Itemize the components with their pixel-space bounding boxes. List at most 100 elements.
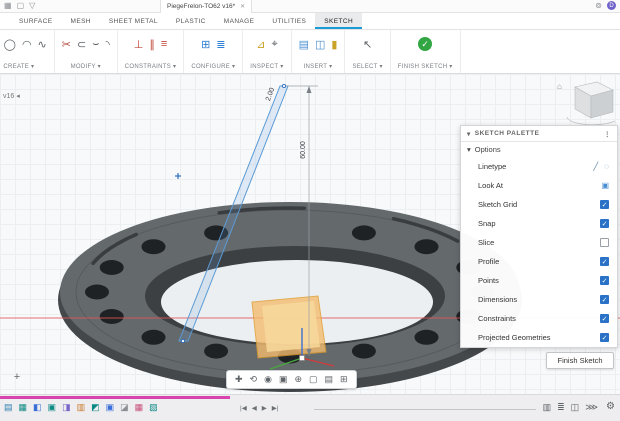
menu-tab-utilities[interactable]: UTILITIES — [263, 13, 315, 29]
toolbar-label-configure[interactable]: CONFIGURE ▾ — [191, 63, 235, 70]
ring-flange-model[interactable] — [58, 202, 522, 392]
configuration-icon[interactable]: ⊞ — [201, 38, 210, 51]
arc-icon[interactable]: ◠ — [22, 38, 32, 51]
select-cursor-icon[interactable]: ↖ — [363, 38, 372, 51]
finish-sketch-button[interactable]: Finish Sketch — [546, 352, 614, 369]
measure-icon[interactable]: ⊿ — [256, 38, 265, 51]
timeline-hole-icon[interactable]: ▥ — [77, 402, 86, 413]
dimensions-checkbox[interactable]: ✓ — [600, 295, 609, 304]
parallel-constraint-icon[interactable]: ∥ — [149, 38, 155, 51]
timeline-combine-icon[interactable]: ▦ — [135, 402, 144, 413]
timeline-feature-icon[interactable]: ▣ — [48, 402, 57, 413]
close-tab-icon[interactable]: ✕ — [240, 3, 245, 10]
sketch-point[interactable] — [175, 173, 181, 179]
viewcube-home-icon[interactable]: ⌂ — [557, 82, 562, 91]
look-at-icon[interactable]: ◉ — [264, 374, 272, 385]
linetype-construction-icon[interactable]: ◌ — [604, 162, 609, 171]
display-settings-icon[interactable]: ▤ — [325, 374, 334, 385]
linetype-normal-icon[interactable]: ╱ — [593, 162, 598, 171]
menu-tab-sketch[interactable]: SKETCH — [315, 13, 362, 29]
orbit-icon[interactable]: ⟲ — [250, 374, 258, 385]
constraints-checkbox[interactable]: ✓ — [600, 314, 609, 323]
insert-mesh-icon[interactable]: ◫ — [315, 38, 325, 51]
insert-image-icon[interactable]: ▤ — [299, 38, 309, 51]
document-tab[interactable]: PiegeFrelon-TO62 v16* ✕ — [160, 0, 252, 13]
account-avatar[interactable]: D — [607, 1, 616, 10]
titlebar-right-icons: ⊚ D — [595, 1, 616, 10]
timeline-mirror-icon[interactable]: ◪ — [120, 402, 129, 413]
palette-collapse-icon[interactable]: ▾ — [467, 130, 471, 138]
circle-icon[interactable]: ◯ — [4, 38, 16, 51]
timeline-shell-icon[interactable]: ▣ — [106, 402, 115, 413]
timeline-pattern-icon[interactable]: ◨ — [62, 402, 71, 413]
timeline-scrubber-track[interactable] — [314, 409, 536, 410]
timeline-extrude-icon[interactable]: ◧ — [33, 402, 42, 413]
app-grid-icon[interactable]: ▦ — [4, 1, 12, 10]
toolbar-label-select[interactable]: SELECT ▾ — [352, 63, 382, 70]
snap-checkbox[interactable]: ✓ — [600, 219, 609, 228]
menu-tab-surface[interactable]: SURFACE — [10, 13, 62, 29]
timeline-sketch-icon[interactable]: ▦ — [19, 402, 28, 413]
toolbar-label-create[interactable]: CREATE ▾ — [3, 63, 34, 70]
profile-checkbox[interactable]: ✓ — [600, 257, 609, 266]
sketch-palette-header[interactable]: ▾ SKETCH PALETTE ⋮ — [461, 126, 617, 142]
menu-tab-manage[interactable]: MANAGE — [215, 13, 264, 29]
add-tab-button[interactable]: + — [10, 370, 24, 384]
options-collapse-icon[interactable]: ▾ — [467, 145, 471, 154]
section-analysis-icon[interactable]: ⌖ — [271, 38, 277, 51]
timeline-list-icon[interactable]: ≣ — [557, 402, 565, 413]
equal-constraint-icon[interactable]: ≡ — [161, 38, 167, 50]
toolbar-label-insert[interactable]: INSERT ▾ — [304, 63, 333, 70]
perpendicular-constraint-icon[interactable]: ⊥ — [134, 38, 144, 51]
timeline-home-icon[interactable]: ▤ — [4, 402, 13, 413]
palette-options-section[interactable]: ▾ Options — [461, 142, 617, 157]
fillet-icon[interactable]: ◝ — [105, 38, 109, 51]
timeline-fillet-icon[interactable]: ◩ — [91, 402, 100, 413]
sketch-grid-checkbox[interactable]: ✓ — [600, 200, 609, 209]
go-to-end-icon[interactable]: ▶| — [272, 404, 279, 412]
zoom-icon[interactable]: ⊕ — [294, 374, 302, 385]
toolbar-label-finish-sketch[interactable]: FINISH SKETCH ▾ — [398, 63, 453, 70]
toolbar-label-constraints[interactable]: CONSTRAINTS ▾ — [125, 63, 177, 70]
slice-checkbox[interactable] — [600, 238, 609, 247]
palette-menu-icon[interactable]: ⋮ — [604, 130, 611, 138]
toolbar-groups: ╱◯◠∿CREATE ▾✂⊂⌣◝MODIFY ▾⊥∥≡CONSTRAINTS ▾… — [0, 30, 620, 74]
save-icon[interactable]: ▽ — [29, 1, 35, 10]
timeline-group-icon[interactable]: ▥ — [543, 402, 552, 413]
fit-icon[interactable]: ▢ — [309, 374, 318, 385]
palette-row-projected-geometries: Projected Geometries✓ — [461, 328, 617, 347]
step-back-icon[interactable]: ◀ — [252, 404, 257, 412]
dimension-height-label[interactable]: 60.00 — [300, 141, 307, 159]
points-checkbox[interactable]: ✓ — [600, 276, 609, 285]
browser-collapsed-tag[interactable]: v16 ◂ — [3, 92, 20, 100]
finish-sketch-check-icon[interactable]: ✓ — [418, 37, 432, 51]
browser-collapse-icon[interactable]: ◂ — [16, 92, 20, 100]
look-at-row-icon[interactable]: ▣ — [601, 181, 609, 190]
toolbar-label-inspect[interactable]: INSPECT ▾ — [250, 63, 283, 70]
timeline-settings-gear-icon[interactable]: ⚙ — [606, 401, 615, 412]
trim-icon[interactable]: ✂ — [62, 38, 71, 51]
pan-icon[interactable]: ✚ — [235, 374, 243, 385]
offset-icon[interactable]: ⌣ — [92, 38, 99, 51]
go-to-start-icon[interactable]: |◀ — [240, 404, 247, 412]
config-table-icon[interactable]: ≣ — [216, 38, 225, 51]
spline-icon[interactable]: ∿ — [38, 38, 47, 51]
insert-mcmaster-icon[interactable]: ▮ — [331, 38, 337, 51]
grid-settings-icon[interactable]: ⊞ — [340, 374, 348, 385]
projected-geometries-checkbox[interactable]: ✓ — [600, 333, 609, 342]
menu-tab-plastic[interactable]: PLASTIC — [167, 13, 215, 29]
timeline-offset-icon[interactable]: ▧ — [149, 402, 158, 413]
toolbar-label-modify[interactable]: MODIFY ▾ — [71, 63, 101, 70]
palette-label-linetype: Linetype — [478, 162, 506, 171]
construction-plane[interactable] — [252, 296, 326, 358]
notification-icon[interactable]: ⊚ — [595, 1, 602, 10]
zoom-window-icon[interactable]: ▣ — [279, 374, 288, 385]
viewport[interactable]: 60.00 2.00 v16 ◂ ⌂ ▾ SKETCH PALETTE ⋮ — [0, 74, 620, 394]
play-icon[interactable]: ▶ — [262, 404, 267, 412]
file-tab-icon[interactable]: ▢ — [17, 1, 25, 10]
timeline-expand-icon[interactable]: ⋙ — [585, 402, 598, 413]
menu-tab-sheet-metal[interactable]: SHEET METAL — [100, 13, 167, 29]
menu-tab-mesh[interactable]: MESH — [62, 13, 100, 29]
extend-icon[interactable]: ⊂ — [77, 38, 86, 51]
timeline-split-icon[interactable]: ◫ — [571, 402, 580, 413]
